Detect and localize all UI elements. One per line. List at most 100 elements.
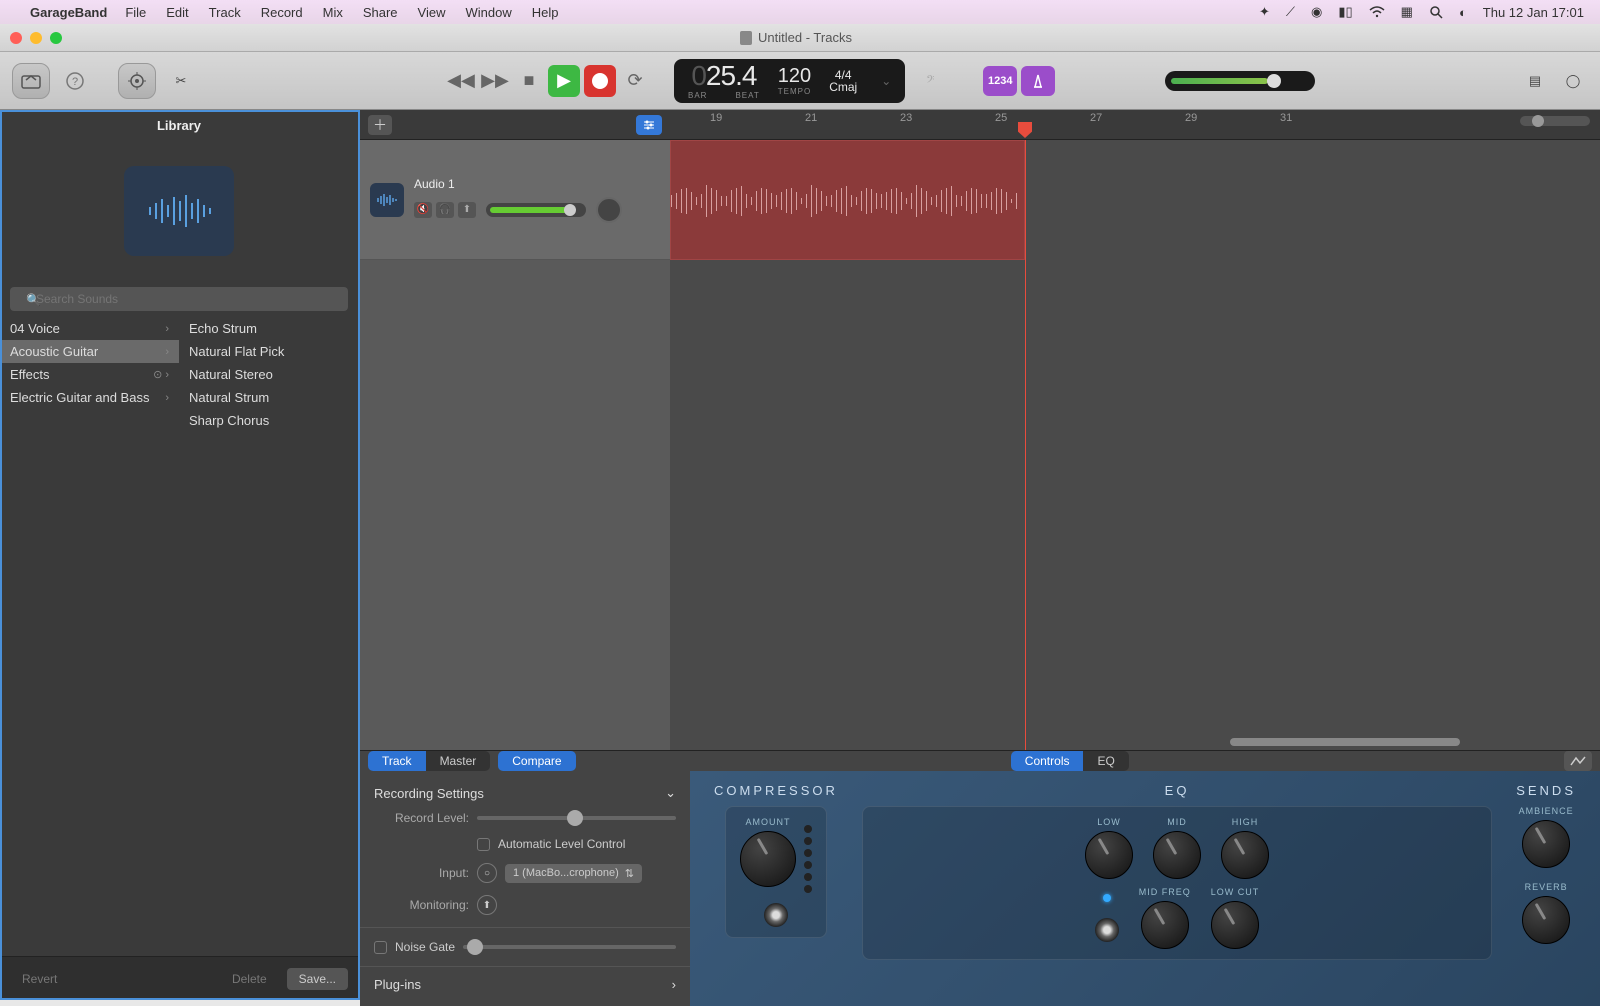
forward-button[interactable]: ▶▶ (480, 66, 510, 96)
library-preview (0, 141, 358, 281)
eq-midfreq-knob[interactable]: MID FREQ (1139, 887, 1191, 949)
timeline[interactable]: /* waveform drawn below via JS ticks */ (670, 140, 1600, 750)
menu-track[interactable]: Track (209, 5, 241, 20)
status-wifi-icon[interactable] (1369, 6, 1385, 18)
noise-gate-checkbox[interactable] (374, 941, 387, 954)
playhead-marker[interactable] (1018, 122, 1032, 138)
track-filter-button[interactable] (636, 115, 662, 135)
preset-item[interactable]: Echo Strum (179, 317, 358, 340)
smart-controls-button[interactable] (118, 63, 156, 99)
solo-button[interactable]: 🎧 (436, 202, 454, 218)
status-battery-icon[interactable]: ▮▯ (1338, 4, 1352, 20)
preset-item[interactable]: Natural Strum (179, 386, 358, 409)
menu-mix[interactable]: Mix (323, 5, 343, 20)
record-level-slider[interactable] (477, 816, 676, 820)
status-user-icon[interactable]: ◉ (1311, 4, 1322, 20)
status-spotlight-icon[interactable] (1429, 5, 1443, 19)
lcd-tempo[interactable]: 120 (778, 66, 811, 86)
track-volume-slider[interactable] (486, 203, 586, 217)
cycle-button[interactable]: ⟳ (620, 66, 650, 96)
eq-high-knob[interactable]: HIGH (1221, 817, 1269, 879)
preset-item[interactable]: Natural Stereo (179, 363, 358, 386)
input-mono-button[interactable]: ○ (477, 863, 497, 883)
automation-button[interactable] (1564, 751, 1592, 771)
window-maximize-button[interactable] (50, 32, 62, 44)
smart-controls-panel: Track Master Compare Controls EQ (360, 750, 1600, 1000)
eq-mid-knob[interactable]: MID (1153, 817, 1201, 879)
chevron-down-icon[interactable]: ⌄ (665, 785, 676, 801)
category-item[interactable]: Electric Guitar and Bass› (0, 386, 179, 409)
record-level-label: Record Level: (374, 811, 469, 825)
chevron-right-icon[interactable]: › (672, 977, 676, 992)
mute-button[interactable]: 🔇 (414, 202, 432, 218)
tab-controls[interactable]: Controls (1011, 751, 1084, 771)
category-item[interactable]: Acoustic Guitar› (0, 340, 179, 363)
preset-item[interactable]: Sharp Chorus (179, 409, 358, 432)
category-item[interactable]: 04 Voice› (0, 317, 179, 340)
knob-label: MID FREQ (1139, 887, 1191, 897)
input-select[interactable]: 1 (MacBo...crophone)⇅ (505, 864, 642, 883)
lcd-signature[interactable]: 4/4 (835, 69, 852, 81)
preset-item[interactable]: Natural Flat Pick (179, 340, 358, 363)
auto-level-checkbox[interactable] (477, 838, 490, 851)
input-monitor-button[interactable]: ⬆ (458, 202, 476, 218)
timeline-ruler[interactable]: 19 21 23 25 27 29 31 (670, 110, 1600, 139)
noise-gate-slider[interactable] (463, 945, 676, 949)
rewind-button[interactable]: ◀◀ (446, 66, 476, 96)
menu-window[interactable]: Window (466, 5, 512, 20)
status-app-icon[interactable]: ✦ (1259, 4, 1270, 20)
category-item[interactable]: Effects⊙ › (0, 363, 179, 386)
count-in-button[interactable]: 1234 (983, 66, 1017, 96)
library-search-input[interactable] (10, 287, 348, 311)
menu-record[interactable]: Record (261, 5, 303, 20)
master-volume-slider[interactable] (1165, 71, 1315, 91)
quick-help-button[interactable]: ? (60, 66, 90, 96)
window-minimize-button[interactable] (30, 32, 42, 44)
tab-compare[interactable]: Compare (498, 751, 575, 771)
lcd-key[interactable]: Cmaj (829, 81, 857, 93)
menu-view[interactable]: View (418, 5, 446, 20)
eq-low-knob[interactable]: LOW (1085, 817, 1133, 879)
compressor-amount-knob[interactable]: AMOUNT (740, 817, 796, 887)
zoom-slider[interactable] (1520, 116, 1590, 126)
save-button[interactable]: Save... (287, 968, 348, 990)
add-track-button[interactable]: ＋ (368, 115, 392, 135)
record-button[interactable] (584, 65, 616, 97)
metronome-button[interactable] (1021, 66, 1055, 96)
menu-file[interactable]: File (125, 5, 146, 20)
loop-browser-button[interactable]: ◯ (1558, 66, 1588, 96)
library-toggle-button[interactable] (12, 63, 50, 99)
lcd-display[interactable]: 025.4 BARBEAT 120 TEMPO 4/4 Cmaj ⌄ (674, 59, 905, 103)
sends-reverb-knob[interactable]: REVERB (1522, 882, 1570, 944)
ruler-tick: 25 (995, 112, 1007, 124)
editors-button[interactable]: ✂ (166, 66, 196, 96)
horizontal-scrollbar[interactable] (670, 738, 1590, 748)
eq-lowcut-knob[interactable]: LOW CUT (1211, 887, 1260, 949)
menu-edit[interactable]: Edit (166, 5, 188, 20)
lcd-dropdown-icon[interactable]: ⌄ (881, 74, 891, 88)
tab-master[interactable]: Master (426, 751, 491, 771)
transport-controls: ◀◀ ▶▶ ■ ▶ ⟳ (446, 65, 650, 97)
sends-ambience-knob[interactable]: AMBIENCE (1519, 806, 1574, 868)
tuner-button[interactable]: 𝄢 (915, 66, 945, 96)
notepad-button[interactable]: ▤ (1520, 66, 1550, 96)
audio-region[interactable]: /* waveform drawn below via JS ticks */ (670, 140, 1025, 260)
delete-button[interactable]: Delete (220, 968, 279, 990)
revert-button[interactable]: Revert (10, 968, 69, 990)
preset-label: Echo Strum (189, 321, 257, 336)
track-pan-knob[interactable] (596, 197, 622, 223)
track-header[interactable]: Audio 1 🔇 🎧 ⬆ (360, 140, 670, 260)
monitoring-button[interactable]: ⬆ (477, 895, 497, 915)
status-control-center-icon[interactable]: ▦ (1401, 4, 1413, 20)
play-button[interactable]: ▶ (548, 65, 580, 97)
status-siri-icon[interactable]: ◐ (1459, 5, 1467, 20)
tab-eq[interactable]: EQ (1083, 751, 1128, 771)
tab-track[interactable]: Track (368, 751, 426, 771)
status-clock[interactable]: Thu 12 Jan 17:01 (1483, 5, 1584, 20)
status-toggle-icon[interactable]: ⟋ (1286, 4, 1295, 20)
menu-share[interactable]: Share (363, 5, 398, 20)
window-close-button[interactable] (10, 32, 22, 44)
stop-button[interactable]: ■ (514, 66, 544, 96)
menu-help[interactable]: Help (532, 5, 559, 20)
app-name[interactable]: GarageBand (30, 5, 107, 20)
